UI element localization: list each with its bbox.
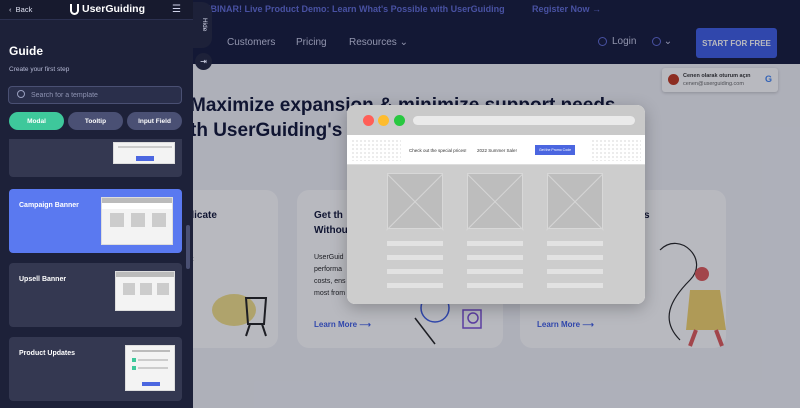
panel-subtitle: Create your first step: [9, 66, 70, 73]
campaign-banner-preview: Check out the special prices! 2022 Summe…: [347, 135, 645, 165]
text-placeholder: [467, 255, 523, 260]
search-input[interactable]: [31, 90, 171, 101]
template-thumbnail: [115, 271, 175, 311]
back-button[interactable]: ‹ Back: [9, 5, 32, 14]
text-placeholder: [387, 255, 443, 260]
template-upsell-banner[interactable]: Upsell Banner: [9, 263, 182, 327]
panel-title: Guide: [9, 44, 44, 58]
text-placeholder: [547, 241, 603, 246]
template-thumbnail: [113, 142, 175, 164]
template-campaign-banner[interactable]: Campaign Banner: [9, 189, 182, 253]
page-placeholder: [347, 165, 645, 304]
text-placeholder: [547, 269, 603, 274]
confetti-right: [591, 139, 641, 161]
text-placeholder: [467, 241, 523, 246]
panel-header: ‹ Back UserGuiding ☰: [0, 0, 193, 20]
maximize-dot-icon: [394, 115, 405, 126]
address-bar: [413, 116, 635, 125]
template-preview: Check out the special prices! 2022 Summe…: [347, 105, 645, 304]
image-placeholder: [467, 173, 523, 229]
chip-modal[interactable]: Modal: [9, 112, 64, 130]
panel-scrollbar[interactable]: [186, 225, 190, 269]
logo-icon: [70, 3, 79, 15]
text-placeholder: [387, 241, 443, 246]
image-placeholder: [547, 173, 603, 229]
search-icon: [17, 90, 25, 98]
confetti-left: [351, 139, 401, 161]
hamburger-icon[interactable]: ☰: [172, 4, 181, 15]
hide-panel-tab[interactable]: Hide: [193, 2, 212, 48]
template-thumbnail: [125, 345, 175, 391]
guide-panel: ‹ Back UserGuiding ☰ Guide Create your f…: [0, 0, 193, 408]
template-thumbnail: [101, 197, 173, 245]
text-placeholder: [547, 255, 603, 260]
browser-chrome: [347, 105, 645, 135]
chip-input-field[interactable]: Input Field: [127, 112, 182, 130]
image-placeholder: [387, 173, 443, 229]
userguiding-logo: UserGuiding: [70, 3, 145, 15]
text-placeholder: [387, 283, 443, 288]
template-search[interactable]: [8, 86, 182, 104]
chevron-left-icon: ‹: [9, 5, 12, 14]
minimize-dot-icon: [378, 115, 389, 126]
pin-icon[interactable]: ⇥: [195, 53, 212, 70]
close-dot-icon: [363, 115, 374, 126]
promo-code-button: Get the Promo Code: [535, 145, 575, 155]
text-placeholder: [387, 269, 443, 274]
text-placeholder: [467, 269, 523, 274]
text-placeholder: [467, 283, 523, 288]
chip-tooltip[interactable]: Tooltip: [68, 112, 123, 130]
text-placeholder: [547, 283, 603, 288]
template-card[interactable]: [9, 139, 182, 177]
template-product-updates[interactable]: Product Updates: [9, 337, 182, 401]
